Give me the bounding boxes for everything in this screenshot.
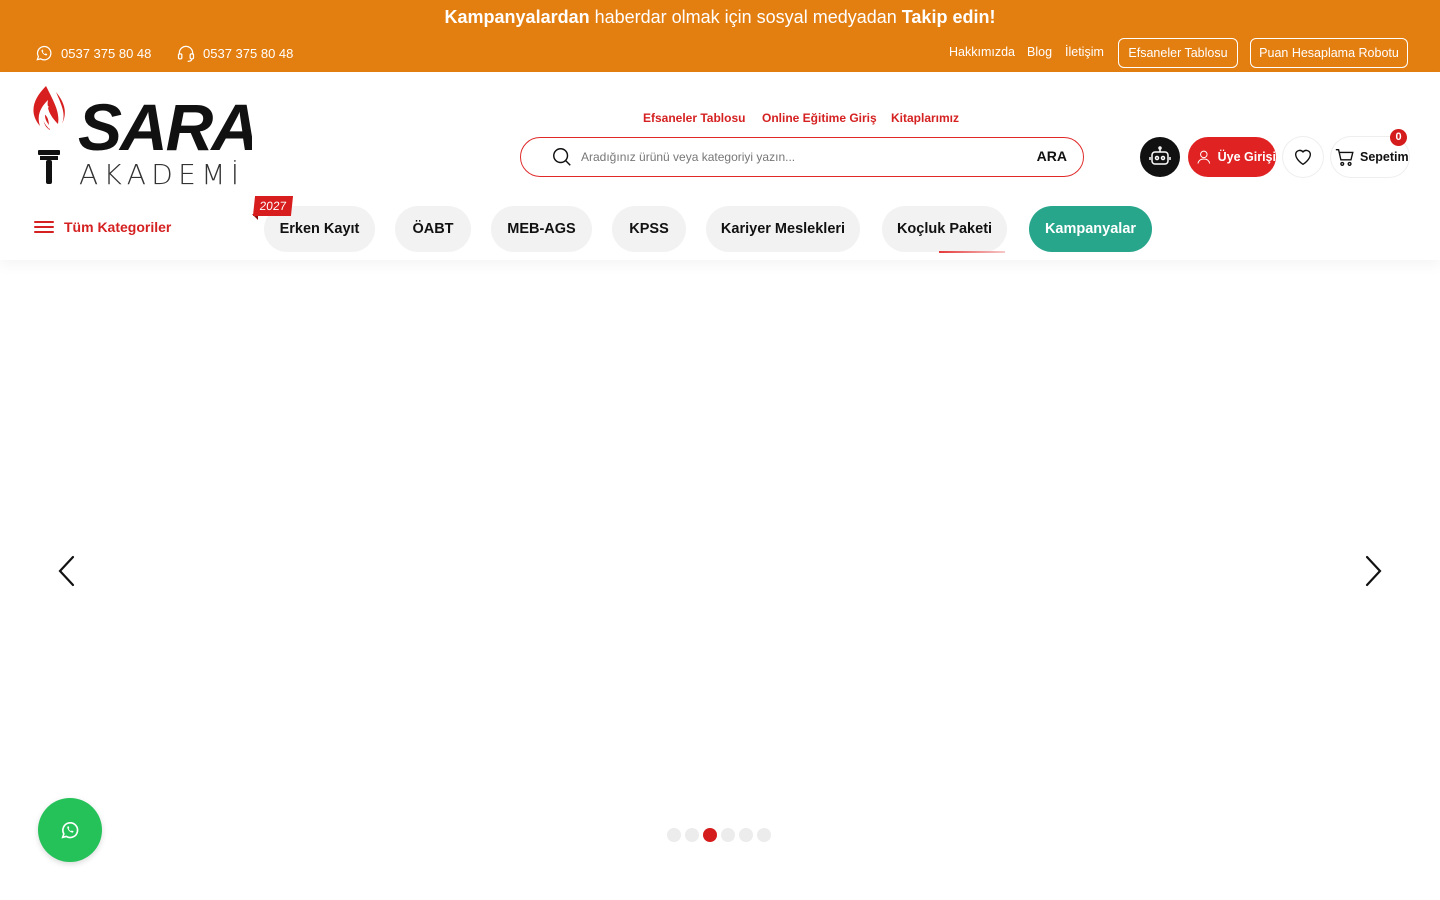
chevron-right-icon[interactable] xyxy=(1355,553,1391,589)
slider-dot[interactable] xyxy=(721,828,735,842)
heart-icon xyxy=(1294,149,1312,166)
link-blog[interactable]: Blog xyxy=(1027,45,1052,59)
logo-main-text: SARA xyxy=(78,90,252,164)
torch-icon xyxy=(33,86,65,184)
search-input[interactable] xyxy=(581,146,1001,168)
slider-dot-active[interactable] xyxy=(703,828,717,842)
robot-button[interactable] xyxy=(1140,137,1180,177)
top-bar: Kampanyalardan haberdar olmak için sosya… xyxy=(0,0,1440,72)
promo-text: haberdar olmak için sosyal medyadan xyxy=(589,7,902,27)
quick-link-legends[interactable]: Efsaneler Tablosu xyxy=(643,111,745,125)
login-button[interactable]: Üye Girişi xyxy=(1188,137,1276,177)
hero-slider xyxy=(0,260,1440,880)
cart-count-badge: 0 xyxy=(1390,129,1407,146)
score-calculator-button[interactable]: Puan Hesaplama Robotu xyxy=(1250,38,1408,68)
all-categories-label: Tüm Kategoriler xyxy=(64,219,172,235)
search-button[interactable]: ARA xyxy=(1037,148,1067,164)
user-icon xyxy=(1197,150,1211,164)
nav-pill-meb-ags[interactable]: MEB-AGS xyxy=(491,206,592,252)
whatsapp-float-button[interactable] xyxy=(38,798,102,862)
slider-dot[interactable] xyxy=(667,828,681,842)
menu-icon xyxy=(34,221,54,233)
site-logo[interactable]: SARA AKADEMİ xyxy=(30,84,252,188)
cart-icon xyxy=(1335,148,1354,166)
favorites-button[interactable] xyxy=(1283,137,1323,177)
robot-icon xyxy=(1149,146,1171,165)
quick-link-online-login[interactable]: Online Eğitime Giriş xyxy=(762,111,877,125)
slider-dot[interactable] xyxy=(757,828,771,842)
nav-pill-career-professions[interactable]: Kariyer Meslekleri xyxy=(706,206,860,252)
promo-banner[interactable]: Kampanyalardan haberdar olmak için sosya… xyxy=(0,6,1440,28)
cart-label: Sepetim xyxy=(1360,150,1409,164)
support-phone-number: 0537 375 80 48 xyxy=(203,45,294,61)
legends-table-button[interactable]: Efsaneler Tablosu xyxy=(1118,38,1238,68)
quick-link-books[interactable]: Kitaplarımız xyxy=(891,111,959,125)
search-icon[interactable] xyxy=(551,146,573,168)
headset-icon xyxy=(177,45,195,62)
active-nav-underline xyxy=(939,251,1005,253)
link-about[interactable]: Hakkımızda xyxy=(949,45,1015,59)
link-contact[interactable]: İletişim xyxy=(1065,45,1104,59)
support-phone-link[interactable]: 0537 375 80 48 xyxy=(176,43,293,63)
whatsapp-phone-link[interactable]: 0537 375 80 48 xyxy=(34,43,151,63)
nav-pill-campaigns[interactable]: Kampanyalar xyxy=(1029,206,1152,252)
slider-dot[interactable] xyxy=(739,828,753,842)
search-bar: ARA xyxy=(520,137,1084,177)
whatsapp-icon xyxy=(61,822,79,839)
slider-dot[interactable] xyxy=(685,828,699,842)
year-badge: 2027 xyxy=(252,196,294,216)
all-categories-button[interactable]: Tüm Kategoriler xyxy=(34,219,171,235)
login-label: Üye Girişi xyxy=(1217,150,1276,164)
logo-sub-text: AKADEMİ xyxy=(79,158,249,188)
nav-pill-kpss[interactable]: KPSS xyxy=(612,206,686,252)
promo-strong-1: Kampanyalardan xyxy=(444,7,590,27)
whatsapp-icon xyxy=(36,45,52,61)
slider-pagination xyxy=(667,828,771,842)
nav-pill-oabt[interactable]: ÖABT xyxy=(395,206,471,252)
promo-strong-2: Takip edin! xyxy=(901,7,996,27)
nav-pill-coaching-package[interactable]: Koçluk Paketi xyxy=(882,206,1007,252)
chevron-left-icon[interactable] xyxy=(49,553,85,589)
whatsapp-phone-number: 0537 375 80 48 xyxy=(61,45,152,61)
